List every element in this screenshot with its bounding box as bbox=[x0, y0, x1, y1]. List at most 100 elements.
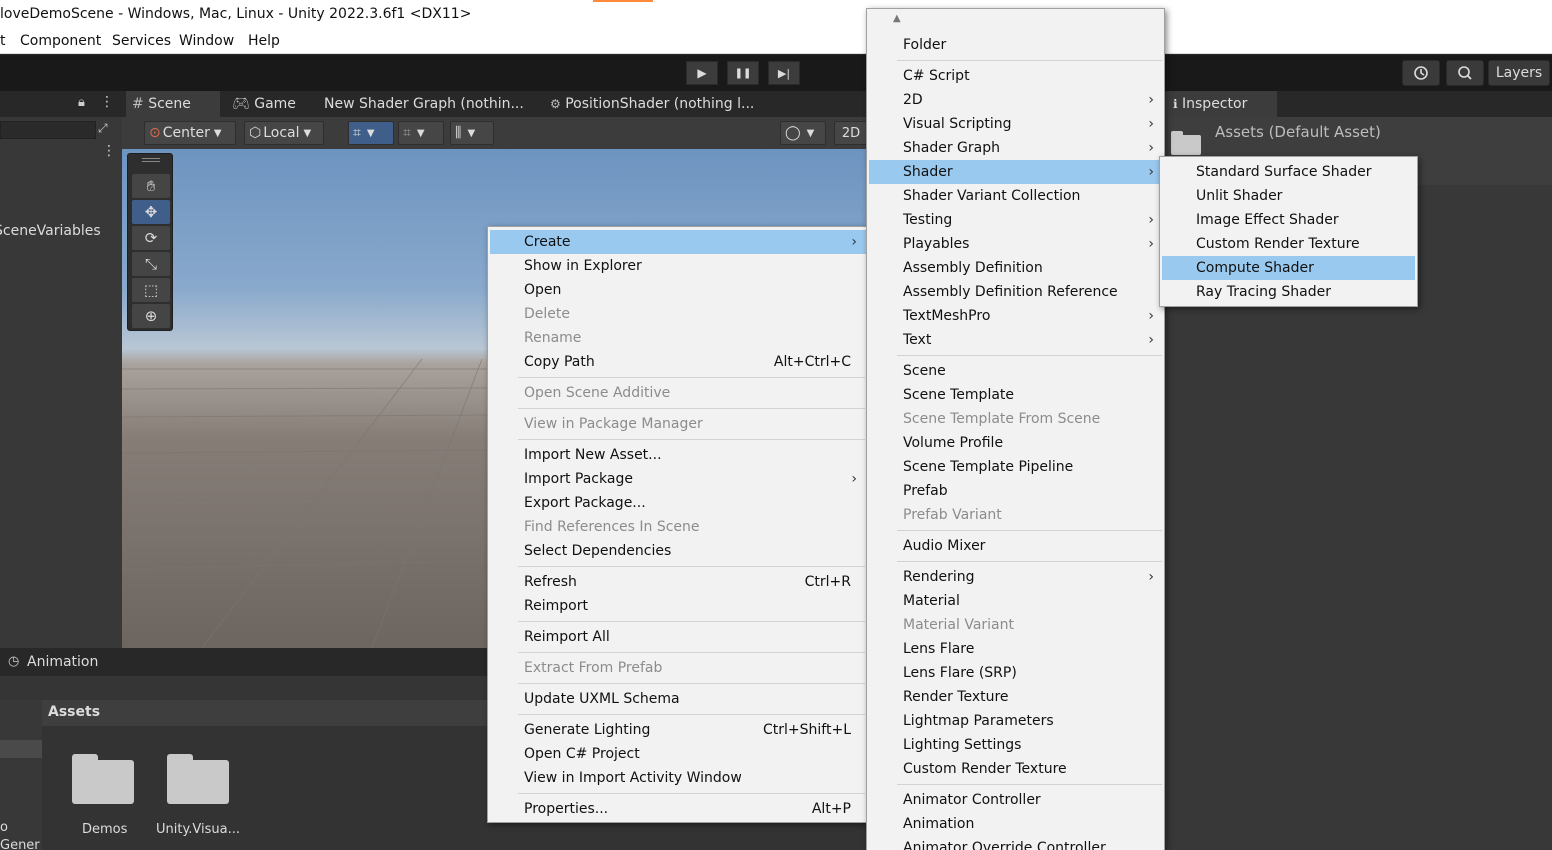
grid-icon: # bbox=[132, 96, 144, 112]
tab-inspector[interactable]: ℹ Inspector bbox=[1165, 91, 1277, 117]
menu-item-properties[interactable]: Properties... Alt+P bbox=[490, 797, 867, 821]
layers-dropdown[interactable]: Layers bbox=[1488, 60, 1550, 86]
menu-help[interactable]: Help bbox=[248, 33, 280, 49]
menu-item-import-new-asset[interactable]: Import New Asset... bbox=[490, 443, 867, 467]
create-item-animator-controller[interactable]: Animator Controller bbox=[869, 788, 1164, 812]
tab-animation[interactable]: Animation bbox=[27, 654, 98, 670]
create-item-lighting-settings[interactable]: Lighting Settings bbox=[869, 733, 1164, 757]
grid-snap-toggle[interactable]: ⌗ ▼ bbox=[348, 121, 394, 145]
menu-item-show-in-explorer[interactable]: Show in Explorer bbox=[490, 254, 867, 278]
menu-item-export-package[interactable]: Export Package... bbox=[490, 491, 867, 515]
shader-item-standard-surface[interactable]: Standard Surface Shader bbox=[1162, 160, 1415, 184]
menu-window[interactable]: Window bbox=[179, 33, 234, 49]
step-button[interactable]: ▶| bbox=[768, 61, 800, 85]
create-item-shader-graph[interactable]: Shader Graph › bbox=[869, 136, 1164, 160]
create-item-csharp-script[interactable]: C# Script bbox=[869, 64, 1164, 88]
space-dropdown[interactable]: ⬡ Local ▼ bbox=[244, 121, 324, 145]
folder-demos[interactable] bbox=[72, 754, 134, 804]
menu-item-open[interactable]: Open bbox=[490, 278, 867, 302]
create-item-prefab[interactable]: Prefab bbox=[869, 479, 1164, 503]
tab-shader-graph[interactable]: New Shader Graph (nothin... bbox=[318, 91, 540, 117]
create-item-visual-scripting[interactable]: Visual Scripting › bbox=[869, 112, 1164, 136]
create-item-lightmap-parameters[interactable]: Lightmap Parameters bbox=[869, 709, 1164, 733]
grid-visibility-toggle[interactable]: ⫼ ▼ bbox=[450, 121, 494, 145]
shader-item-image-effect[interactable]: Image Effect Shader bbox=[1162, 208, 1415, 232]
create-item-lens-flare-srp[interactable]: Lens Flare (SRP) bbox=[869, 661, 1164, 685]
create-item-shader-variant-collection[interactable]: Shader Variant Collection bbox=[869, 184, 1164, 208]
menu-item-view-import-activity[interactable]: View in Import Activity Window bbox=[490, 766, 867, 790]
menu-item-import-package[interactable]: Import Package › bbox=[490, 467, 867, 491]
scene-options-icon[interactable]: ⋮ bbox=[102, 143, 116, 159]
hand-tool-button[interactable]: ✋︎ bbox=[132, 174, 170, 198]
tab-position-shader[interactable]: ⚙ PositionShader (nothing l... bbox=[544, 91, 774, 117]
shader-item-ray-tracing[interactable]: Ray Tracing Shader bbox=[1162, 280, 1415, 304]
create-item-shader[interactable]: Shader › bbox=[869, 160, 1164, 184]
project-tree-selected-item[interactable] bbox=[0, 740, 42, 758]
accent-strip bbox=[593, 0, 653, 2]
create-item-animation[interactable]: Animation bbox=[869, 812, 1164, 836]
menu-item-open-csharp-project[interactable]: Open C# Project bbox=[490, 742, 867, 766]
hierarchy-search-input[interactable] bbox=[0, 121, 96, 139]
create-item-assembly-definition[interactable]: Assembly Definition bbox=[869, 256, 1164, 280]
more-options-icon[interactable]: ⋮ bbox=[100, 94, 114, 110]
menu-services[interactable]: Services bbox=[112, 33, 171, 49]
hand-icon: ✋︎ bbox=[146, 177, 156, 195]
increment-snap-toggle[interactable]: ⌗ ▼ bbox=[398, 121, 444, 145]
mode-2d-toggle[interactable]: 2D bbox=[834, 121, 868, 145]
tab-game[interactable]: 🎮︎ Game bbox=[226, 91, 316, 117]
create-item-2d[interactable]: 2D › bbox=[869, 88, 1164, 112]
menu-item-select-dependencies[interactable]: Select Dependencies bbox=[490, 539, 867, 563]
menu-item-reimport-all[interactable]: Reimport All bbox=[490, 625, 867, 649]
create-item-render-texture[interactable]: Render Texture bbox=[869, 685, 1164, 709]
create-item-lens-flare[interactable]: Lens Flare bbox=[869, 637, 1164, 661]
menu-item-copy-path[interactable]: Copy Path Alt+Ctrl+C bbox=[490, 350, 867, 374]
folder-unity-visual[interactable] bbox=[167, 754, 229, 804]
play-button[interactable]: ▶ bbox=[686, 61, 718, 85]
expand-icon[interactable]: ⤢ bbox=[98, 121, 108, 136]
create-item-material[interactable]: Material bbox=[869, 589, 1164, 613]
move-tool-button[interactable]: ✥ bbox=[132, 200, 170, 224]
create-item-playables[interactable]: Playables › bbox=[869, 232, 1164, 256]
create-item-testing[interactable]: Testing › bbox=[869, 208, 1164, 232]
menu-item-generate-lighting[interactable]: Generate Lighting Ctrl+Shift+L bbox=[490, 718, 867, 742]
create-item-assembly-definition-reference[interactable]: Assembly Definition Reference bbox=[869, 280, 1164, 304]
pause-button[interactable]: ❚❚ bbox=[727, 61, 759, 85]
menu-component[interactable]: Component bbox=[20, 33, 101, 49]
hierarchy-item-scene-variables[interactable]: SceneVariables bbox=[0, 223, 101, 239]
create-item-scene[interactable]: Scene bbox=[869, 359, 1164, 383]
create-item-audio-mixer[interactable]: Audio Mixer bbox=[869, 534, 1164, 558]
pivot-dropdown[interactable]: ⊙ Center ▼ bbox=[144, 121, 236, 145]
breadcrumb-assets[interactable]: Assets bbox=[48, 704, 100, 720]
tab-scene[interactable]: # Scene bbox=[126, 91, 220, 117]
create-item-textmeshpro[interactable]: TextMeshPro › bbox=[869, 304, 1164, 328]
rect-tool-button[interactable]: ⬚ bbox=[132, 278, 170, 302]
menu-item-create[interactable]: Create › bbox=[490, 230, 867, 254]
scroll-up-icon[interactable]: ▲ bbox=[893, 13, 901, 24]
shader-item-unlit[interactable]: Unlit Shader bbox=[1162, 184, 1415, 208]
menu-edit[interactable]: t bbox=[0, 33, 6, 49]
rotate-tool-button[interactable]: ⟳ bbox=[132, 226, 170, 250]
draw-mode-dropdown[interactable]: ◯ ▼ bbox=[780, 121, 826, 145]
create-item-rendering[interactable]: Rendering › bbox=[869, 565, 1164, 589]
inspector-tabs: ℹ Inspector bbox=[1165, 91, 1552, 117]
menu-item-reimport[interactable]: Reimport bbox=[490, 594, 867, 618]
transform-tool-button[interactable]: ⊕ bbox=[132, 304, 170, 328]
create-item-custom-render-texture[interactable]: Custom Render Texture bbox=[869, 757, 1164, 781]
search-button[interactable] bbox=[1446, 60, 1484, 86]
create-item-scene-template[interactable]: Scene Template bbox=[869, 383, 1164, 407]
create-item-text[interactable]: Text › bbox=[869, 328, 1164, 352]
drag-handle-icon[interactable] bbox=[142, 158, 160, 162]
create-item-folder[interactable]: Folder bbox=[869, 33, 1164, 57]
shader-item-compute[interactable]: Compute Shader bbox=[1162, 256, 1415, 280]
menu-item-refresh[interactable]: Refresh Ctrl+R bbox=[490, 570, 867, 594]
menu-item-update-uxml-schema[interactable]: Update UXML Schema bbox=[490, 687, 867, 711]
hierarchy-header: 🔒︎ ⋮ bbox=[0, 91, 122, 117]
history-button[interactable] bbox=[1402, 60, 1440, 86]
shader-item-custom-render-texture[interactable]: Custom Render Texture bbox=[1162, 232, 1415, 256]
scale-tool-button[interactable]: ⤡ bbox=[132, 252, 170, 276]
lock-icon[interactable]: 🔒︎ bbox=[78, 95, 85, 110]
menu-separator bbox=[518, 621, 865, 622]
create-item-scene-template-pipeline[interactable]: Scene Template Pipeline bbox=[869, 455, 1164, 479]
create-item-volume-profile[interactable]: Volume Profile bbox=[869, 431, 1164, 455]
create-item-animator-override-controller[interactable]: Animator Override Controller bbox=[869, 836, 1164, 850]
